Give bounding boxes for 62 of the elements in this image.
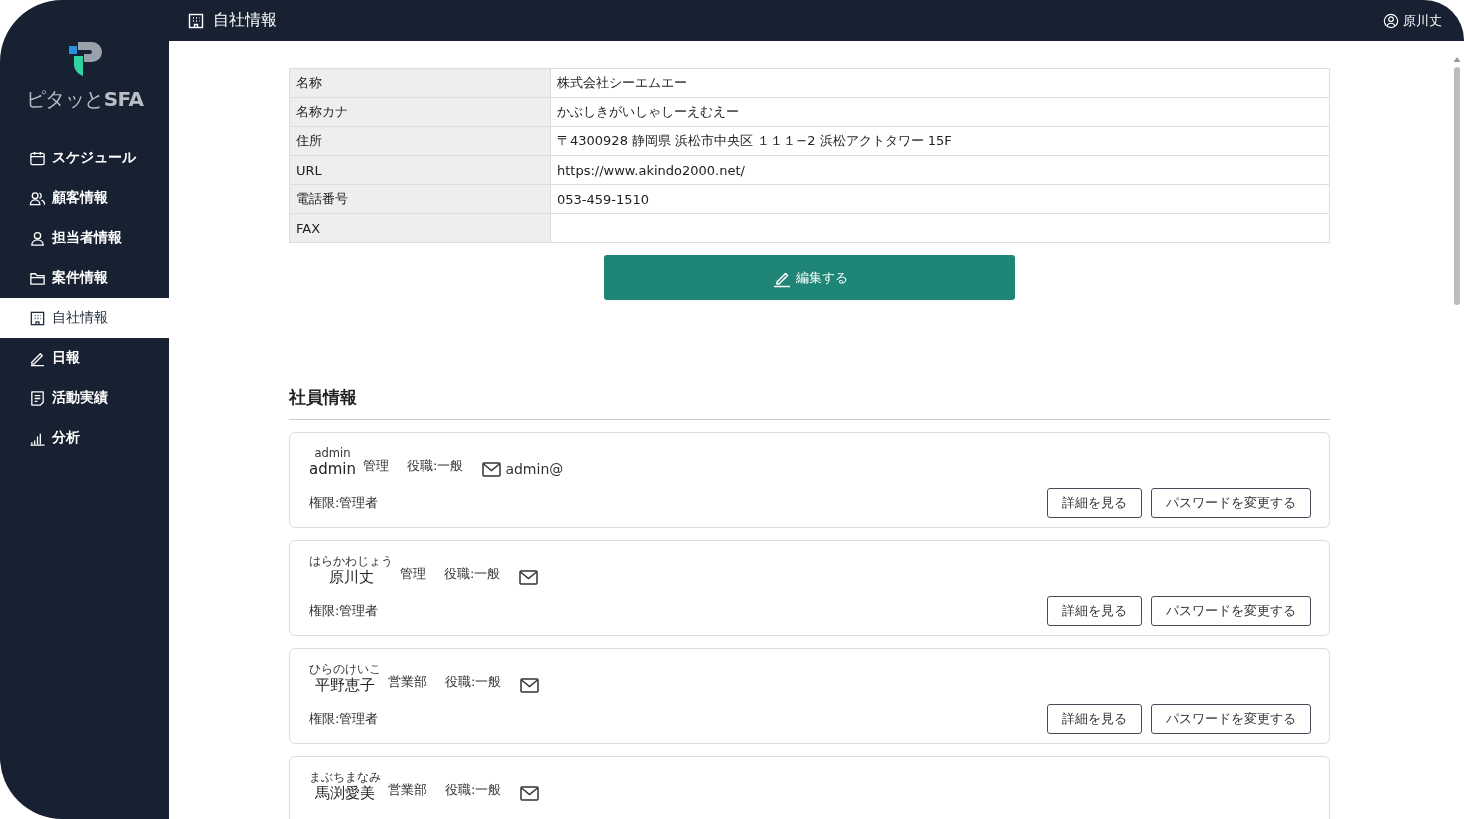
mail-icon (520, 678, 540, 693)
department: 管理 (400, 565, 426, 583)
details-button[interactable]: 詳細を見る (1047, 704, 1142, 734)
permission: 権限:管理者 (309, 710, 379, 728)
calendar-icon (29, 149, 46, 167)
document-icon (29, 389, 46, 407)
user-icon (29, 229, 46, 247)
sidebar-item[interactable]: 案件情報 (0, 258, 169, 298)
building-icon (29, 309, 46, 327)
page-title: 自社情報 (213, 10, 277, 31)
details-button[interactable]: 詳細を見る (1047, 596, 1142, 626)
department: 管理 (363, 457, 389, 475)
sidebar-item[interactable]: 活動実績 (0, 378, 169, 418)
users-icon (29, 189, 46, 207)
user-menu[interactable]: 原川丈 (1383, 11, 1442, 30)
table-cell: 名称カナ (289, 97, 551, 127)
sidebar-item[interactable]: 日報 (0, 338, 169, 378)
mail-icon (520, 786, 540, 801)
furigana: ひらのけいこ (309, 663, 381, 676)
sidebar-item[interactable]: 分析 (0, 418, 169, 458)
table-cell: 電話番号 (289, 184, 551, 214)
table-cell: 053-459-1510 (550, 184, 1330, 214)
sidebar-item[interactable]: 顧客情報 (0, 178, 169, 218)
logo-text: ピタッとSFA (25, 86, 144, 113)
employee-name: 平野恵子 (315, 676, 375, 694)
permission: 権限:管理者 (309, 602, 379, 620)
department: 営業部 (388, 781, 427, 799)
job-title: 役職:一般 (445, 781, 502, 799)
scrollbar[interactable] (1452, 55, 1462, 305)
email: admin@ (505, 461, 564, 477)
change-password-button[interactable]: パスワードを変更する (1151, 596, 1311, 626)
furigana: まぶちまなみ (309, 771, 381, 784)
change-password-button[interactable]: パスワードを変更する (1151, 488, 1311, 518)
table-cell: FAX (289, 213, 551, 243)
details-button[interactable]: 詳細を見る (1047, 488, 1142, 518)
sidebar-item[interactable]: 担当者情報 (0, 218, 169, 258)
permission: 権限:管理者 (309, 494, 379, 512)
building-icon (187, 11, 205, 30)
table-cell: URL (289, 155, 551, 185)
furigana: admin (314, 447, 351, 460)
table-cell: 〒4300928 静岡県 浜松市中央区 １１１−2 浜松アクトタワー 15F (550, 126, 1330, 156)
employee-name: admin (309, 460, 356, 478)
job-title: 役職:一般 (407, 457, 464, 475)
employee-name: 馬渕愛美 (315, 784, 375, 802)
mail-icon (519, 570, 539, 585)
department: 営業部 (388, 673, 427, 691)
table-cell: 株式会社シーエムエー (550, 68, 1330, 98)
job-title: 役職:一般 (444, 565, 501, 583)
employee-name: 原川丈 (328, 568, 374, 586)
table-cell: かぶしきがいしゃしーえむえー (550, 97, 1330, 127)
furigana: はらかわじょう (309, 555, 393, 568)
edit-button[interactable]: 編集する (604, 255, 1015, 300)
user-icon (1383, 12, 1399, 29)
table-cell: 住所 (289, 126, 551, 156)
sidebar-item[interactable]: 自社情報 (0, 298, 169, 338)
job-title: 役職:一般 (445, 673, 502, 691)
table-cell: 名称 (289, 68, 551, 98)
mail-icon (482, 462, 502, 477)
change-password-button[interactable]: パスワードを変更する (1151, 704, 1311, 734)
table-cell: https://www.akindo2000.net/ (550, 155, 1330, 185)
section-title: 社員情報 (289, 386, 1330, 420)
sidebar-item[interactable]: スケジュール (0, 138, 169, 178)
